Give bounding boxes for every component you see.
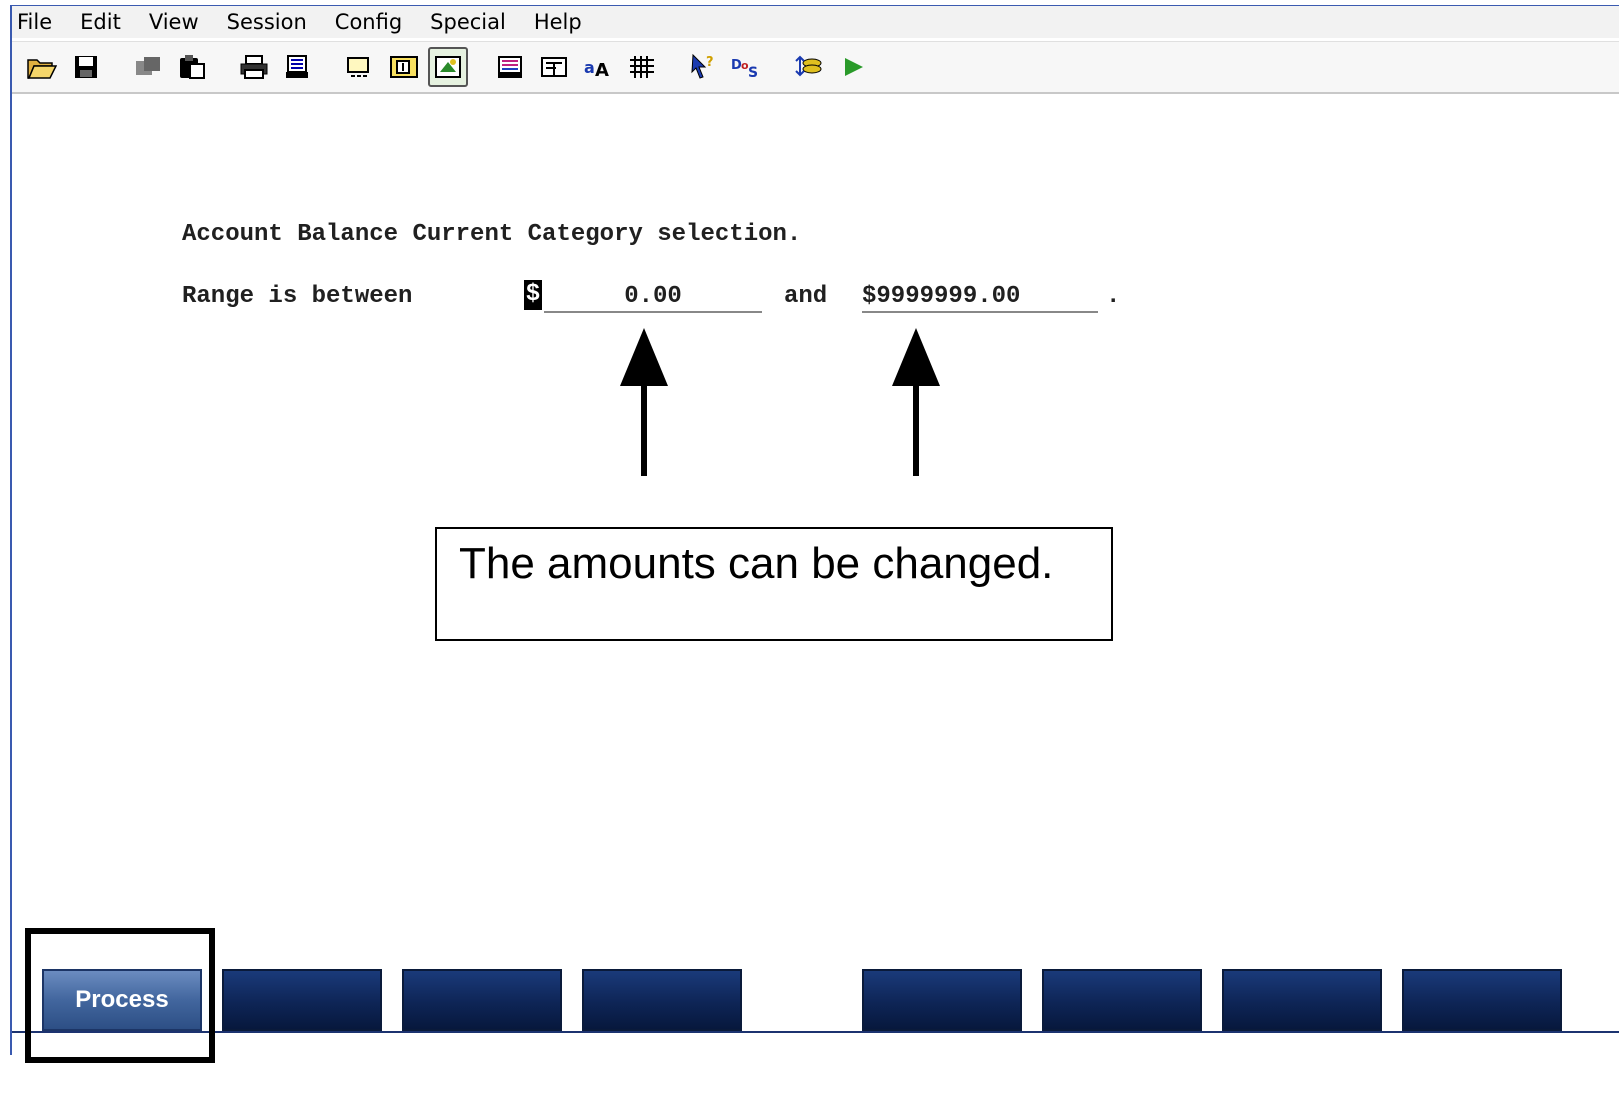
dos-icon[interactable]: DoS (728, 47, 768, 87)
period-label: . (1106, 283, 1121, 310)
print-icon[interactable] (234, 47, 274, 87)
svg-text:S: S (748, 65, 758, 80)
callout-box: The amounts can be changed. (435, 527, 1113, 641)
arrow-shaft (641, 384, 647, 476)
svg-text:A: A (595, 60, 609, 80)
max-amount-field[interactable]: $9999999.00 (862, 283, 1098, 313)
color-icon[interactable] (490, 47, 530, 87)
range-label: Range is between (182, 283, 427, 310)
menu-bar: File Edit View Session Config Special He… (12, 6, 1619, 38)
function-key-5[interactable] (862, 969, 1022, 1031)
copy-icon[interactable] (128, 47, 168, 87)
display-setup-icon[interactable] (340, 47, 380, 87)
and-label: and (784, 283, 828, 310)
font-icon[interactable]: aA (578, 47, 618, 87)
min-amount-field[interactable]: 0.00 (544, 283, 762, 313)
arrow-shaft (913, 384, 919, 476)
arrow-up-icon (892, 328, 940, 386)
menu-view[interactable]: View (135, 6, 213, 38)
screen-heading: Account Balance Current Category selecti… (182, 221, 802, 248)
save-icon[interactable] (66, 47, 106, 87)
terminal-icon[interactable] (428, 47, 468, 87)
menu-edit[interactable]: Edit (66, 6, 135, 38)
menu-config[interactable]: Config (321, 6, 416, 38)
svg-text:a: a (584, 58, 595, 77)
function-key-6[interactable] (1042, 969, 1202, 1031)
arrow-up-icon (620, 328, 668, 386)
help-cursor-icon[interactable]: ? (684, 47, 724, 87)
function-key-3[interactable] (402, 969, 562, 1031)
paste-icon[interactable] (172, 47, 212, 87)
text-cursor: $ (524, 280, 542, 310)
toolbar: aA ? DoS (12, 41, 1619, 94)
terminal-window: File Edit View Session Config Special He… (10, 5, 1619, 1055)
keyboard-icon[interactable] (384, 47, 424, 87)
play-icon[interactable] (834, 47, 874, 87)
menu-session[interactable]: Session (213, 6, 321, 38)
grid-icon[interactable] (622, 47, 662, 87)
transfer-icon[interactable] (790, 47, 830, 87)
callout-text: The amounts can be changed. (459, 539, 1054, 588)
function-key-bar: Process (12, 969, 1619, 1033)
process-button[interactable]: Process (42, 969, 202, 1031)
menu-help[interactable]: Help (520, 6, 596, 38)
open-folder-icon[interactable] (22, 47, 62, 87)
function-key-4[interactable] (582, 969, 742, 1031)
edit-field-icon[interactable] (534, 47, 574, 87)
menu-special[interactable]: Special (416, 6, 520, 38)
menu-file[interactable]: File (12, 6, 66, 38)
function-key-8[interactable] (1402, 969, 1562, 1031)
print-screen-icon[interactable] (278, 47, 318, 87)
function-key-7[interactable] (1222, 969, 1382, 1031)
svg-text:?: ? (706, 55, 714, 70)
terminal-screen: Account Balance Current Category selecti… (12, 96, 1619, 996)
function-key-2[interactable] (222, 969, 382, 1031)
